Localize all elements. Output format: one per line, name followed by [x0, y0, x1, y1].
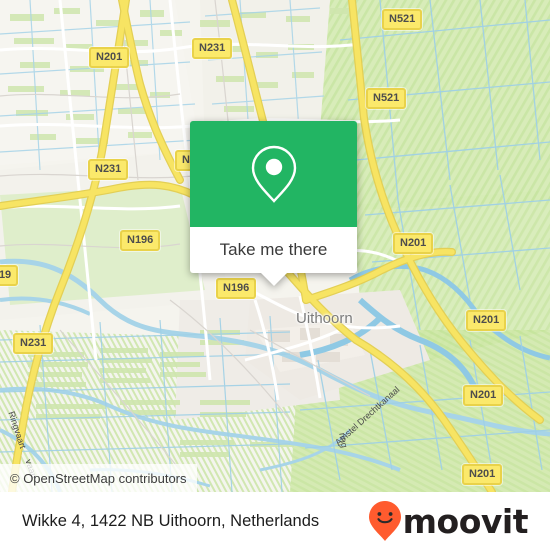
road-shield-n201-b[interactable]: N201 — [393, 233, 434, 254]
map-canvas[interactable]: Uithoorn Amstel Drechtkanaal Ringvaart v… — [0, 0, 550, 492]
map-pin-icon — [251, 145, 296, 203]
map-attribution: © OpenStreetMap contributors — [0, 464, 197, 492]
moovit-smiley-pin-icon — [368, 501, 401, 541]
address-text: Wikke 4, 1422 NB Uithoorn, Netherlands — [22, 511, 320, 530]
road-shield-n231-b[interactable]: N231 — [88, 159, 129, 180]
road-shield-n196-a[interactable]: N196 — [120, 230, 161, 251]
road-shield-n196-clipped[interactable]: N19 — [0, 265, 19, 286]
footer-bar: Wikke 4, 1422 NB Uithoorn, Netherlands m… — [0, 492, 550, 550]
map-screenshot: Uithoorn Amstel Drechtkanaal Ringvaart v… — [0, 0, 550, 550]
road-shield-n521-a[interactable]: N521 — [382, 9, 423, 30]
road-shield-n201-a[interactable]: N201 — [89, 47, 130, 68]
popup-action-bar[interactable]: Take me there — [190, 227, 357, 286]
road-shield-n521-b[interactable]: N521 — [366, 88, 407, 109]
popup-tail-arrow — [259, 272, 288, 286]
attribution-text: © OpenStreetMap contributors — [10, 470, 187, 486]
road-shield-n201-e[interactable]: N201 — [462, 464, 503, 485]
moovit-logo[interactable]: moovit — [368, 500, 529, 542]
road-shield-n201-c[interactable]: N201 — [466, 310, 507, 331]
place-label-uithoorn: Uithoorn — [296, 310, 353, 327]
road-shield-n231-c[interactable]: N231 — [13, 333, 54, 354]
road-shield-n231-a[interactable]: N231 — [192, 38, 233, 59]
take-me-there-label: Take me there — [219, 240, 328, 259]
road-shield-n196-b[interactable]: N196 — [216, 278, 257, 299]
moovit-wordmark: moovit — [402, 501, 529, 541]
popup-pin-area — [190, 121, 357, 227]
take-me-there-popup[interactable]: Take me there — [190, 121, 357, 286]
road-shield-n201-d[interactable]: N201 — [463, 385, 504, 406]
